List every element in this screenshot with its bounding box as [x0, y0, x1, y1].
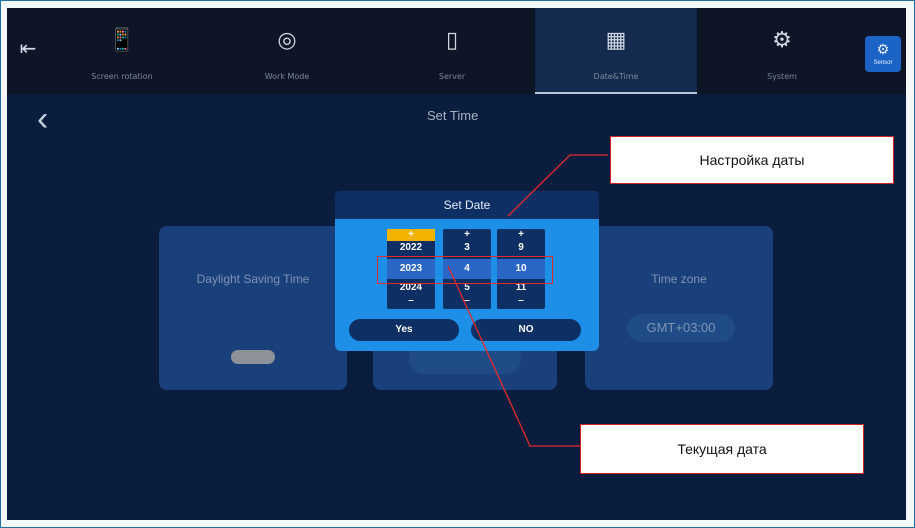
date-setting-callout: Настройка даты: [610, 136, 894, 184]
date-setting-leader-line: [507, 154, 608, 217]
current-date-callout: Текущая дата: [580, 424, 864, 474]
current-date-leader-line: [447, 265, 580, 447]
